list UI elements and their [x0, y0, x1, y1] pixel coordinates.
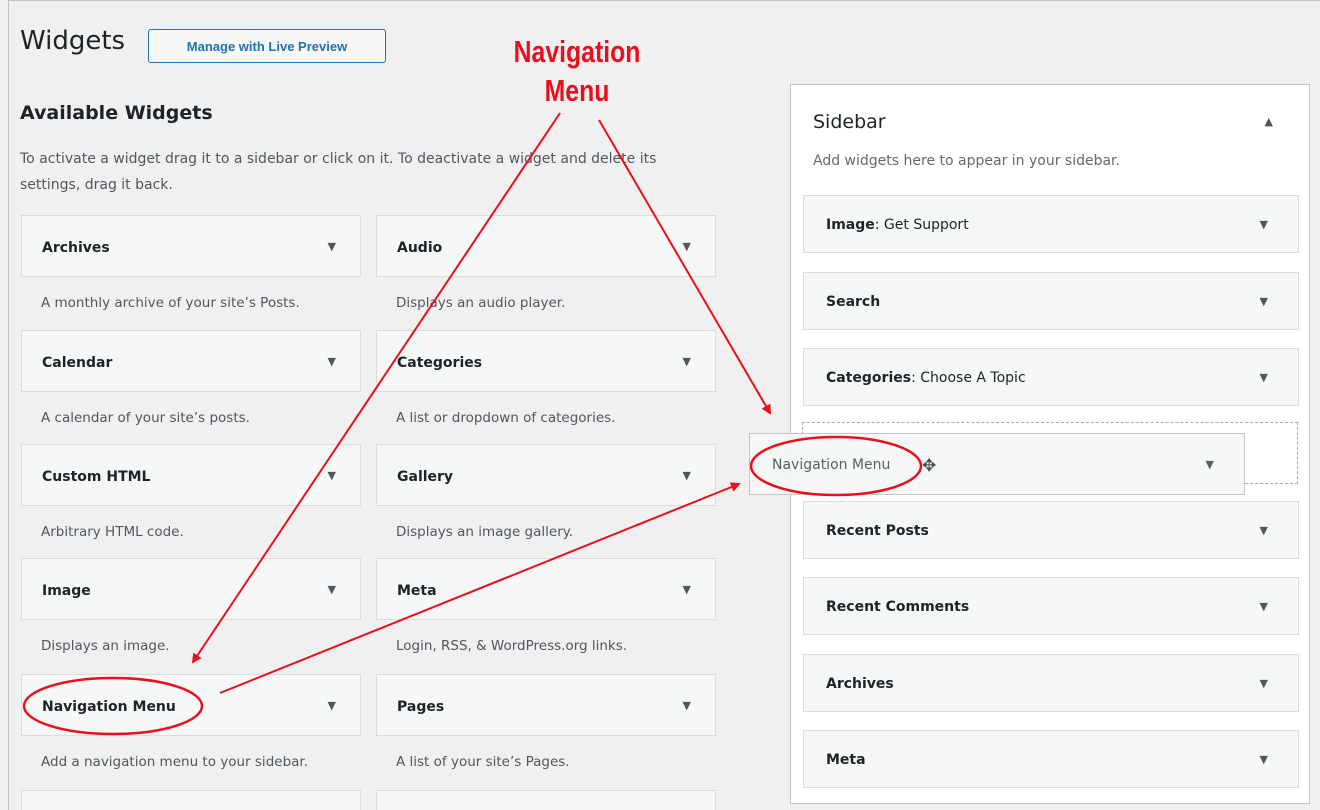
widget-title: Meta [397, 583, 437, 599]
sidebar-widget-title: Recent Comments [826, 599, 969, 615]
annotation-line-2: Menu [544, 73, 610, 108]
widget-title: Archives [42, 240, 110, 256]
triangle-down-icon[interactable]: ▼ [683, 355, 691, 368]
sidebar-title[interactable]: Sidebar [813, 111, 886, 133]
widget-calendar[interactable]: Calendar ▼ [21, 330, 361, 392]
widget-description: Add a navigation menu to your sidebar. [41, 754, 309, 770]
annotation-label: Navigation Menu [512, 32, 642, 110]
sidebar-description: Add widgets here to appear in your sideb… [813, 153, 1120, 169]
widget-name: Meta [826, 752, 866, 768]
available-widgets-description: To activate a widget drag it to a sideba… [20, 151, 657, 193]
widget-description: A list or dropdown of categories. [396, 410, 616, 426]
widget-name: Image [826, 217, 875, 233]
sidebar-widget-meta[interactable]: Meta ▼ [803, 730, 1299, 788]
widget-description: Arbitrary HTML code. [41, 524, 184, 540]
widget-title: Categories [397, 355, 483, 371]
dragging-widget-title: Navigation Menu [772, 457, 891, 473]
widget-description: A calendar of your site’s posts. [41, 410, 250, 426]
triangle-down-icon[interactable]: ▼ [328, 583, 336, 596]
available-widgets-title: Available Widgets [20, 102, 213, 124]
triangle-down-icon[interactable]: ▼ [683, 583, 691, 596]
triangle-down-icon[interactable]: ▼ [683, 240, 691, 253]
dragging-widget-navigation-menu[interactable]: Navigation Menu ✥ ▼ [749, 433, 1245, 495]
widget-title: Navigation Menu [42, 699, 176, 715]
triangle-down-icon[interactable]: ▼ [1260, 753, 1268, 766]
triangle-down-icon[interactable]: ▼ [328, 355, 336, 368]
sidebar-widget-title: Image: Get Support [826, 217, 969, 233]
widget-meta[interactable]: Meta ▼ [376, 558, 716, 620]
widget-audio[interactable]: Audio ▼ [376, 215, 716, 277]
page-title: Widgets [20, 26, 126, 56]
annotation-line-1: Navigation [513, 34, 641, 69]
sidebar-widget-title: Categories: Choose A Topic [826, 370, 1026, 386]
triangle-down-icon[interactable]: ▼ [328, 240, 336, 253]
sidebar-widget-image[interactable]: Image: Get Support ▼ [803, 195, 1299, 253]
widget-title: Calendar [42, 355, 113, 371]
widget-description: A monthly archive of your site’s Posts. [41, 295, 300, 311]
triangle-down-icon[interactable]: ▼ [328, 469, 336, 482]
triangle-down-icon[interactable]: ▼ [683, 699, 691, 712]
sidebar-widget-archives[interactable]: Archives ▼ [803, 654, 1299, 712]
triangle-down-icon[interactable]: ▼ [328, 699, 336, 712]
triangle-down-icon[interactable]: ▼ [1206, 458, 1214, 471]
sidebar-widget-recent-comments[interactable]: Recent Comments ▼ [803, 577, 1299, 635]
widget-pages[interactable]: Pages ▼ [376, 674, 716, 736]
widget-title: Audio [397, 240, 443, 256]
triangle-up-icon[interactable]: ▲ [1265, 115, 1273, 128]
triangle-down-icon[interactable]: ▼ [1260, 524, 1268, 537]
sidebar-widget-categories[interactable]: Categories: Choose A Topic ▼ [803, 348, 1299, 406]
widget-name: Archives [826, 676, 894, 692]
widget-name: Recent Posts [826, 523, 929, 539]
sidebar-widget-title: Search [826, 294, 880, 310]
triangle-down-icon[interactable]: ▼ [683, 469, 691, 482]
triangle-down-icon[interactable]: ▼ [1260, 600, 1268, 613]
widget-description: Displays an audio player. [396, 295, 566, 311]
triangle-down-icon[interactable]: ▼ [1260, 295, 1268, 308]
widget-categories[interactable]: Categories ▼ [376, 330, 716, 392]
triangle-down-icon[interactable]: ▼ [1260, 218, 1268, 231]
widget-gallery[interactable]: Gallery ▼ [376, 444, 716, 506]
widget-title: Custom HTML [42, 469, 151, 485]
widget-description: A list of your site’s Pages. [396, 754, 570, 770]
sidebar-widget-title: Meta [826, 752, 866, 768]
widget-description: Displays an image gallery. [396, 524, 574, 540]
widget-name: Search [826, 294, 881, 310]
sidebar-widget-title: Recent Posts [826, 523, 929, 539]
widget-description: Displays an image. [41, 638, 170, 654]
widget-instance-title: : Choose A Topic [911, 370, 1026, 386]
sidebar-widget-title: Archives [826, 676, 894, 692]
widget-partial[interactable] [21, 790, 361, 810]
manage-live-preview-button[interactable]: Manage with Live Preview [148, 29, 386, 63]
move-cursor-icon: ✥ [922, 456, 937, 476]
sidebar-widget-search[interactable]: Search ▼ [803, 272, 1299, 330]
widget-title: Image [42, 583, 91, 599]
widget-partial[interactable] [376, 790, 716, 810]
widget-navigation-menu[interactable]: Navigation Menu ▼ [21, 674, 361, 736]
widget-custom-html[interactable]: Custom HTML ▼ [21, 444, 361, 506]
triangle-down-icon[interactable]: ▼ [1260, 371, 1268, 384]
widget-image[interactable]: Image ▼ [21, 558, 361, 620]
widget-title: Pages [397, 699, 445, 715]
widget-archives[interactable]: Archives ▼ [21, 215, 361, 277]
widget-name: Categories [826, 370, 912, 386]
widget-title: Gallery [397, 469, 454, 485]
widget-instance-title: : Get Support [874, 217, 969, 233]
widget-name: Recent Comments [826, 599, 970, 615]
triangle-down-icon[interactable]: ▼ [1260, 677, 1268, 690]
sidebar-widget-recent-posts[interactable]: Recent Posts ▼ [803, 501, 1299, 559]
widget-description: Login, RSS, & WordPress.org links. [396, 638, 628, 654]
